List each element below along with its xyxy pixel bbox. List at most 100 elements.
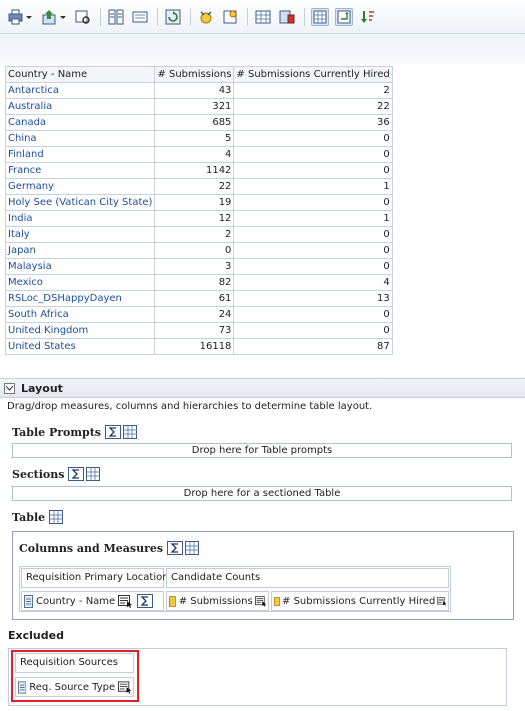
sigma-icon[interactable] <box>104 425 121 439</box>
column-country-name-label: Country - Name <box>36 595 116 607</box>
hired-cell: 22 <box>233 98 393 115</box>
toolbar-band <box>0 34 525 64</box>
sort-icon[interactable] <box>107 8 125 26</box>
export-icon[interactable] <box>40 8 68 26</box>
country-name-cell[interactable]: Canada <box>4 114 156 131</box>
country-name-cell[interactable]: Mexico <box>4 274 156 291</box>
columns-measures-label-text: Columns and Measures <box>19 541 164 555</box>
refresh-icon[interactable] <box>164 8 182 26</box>
table-view-icon[interactable] <box>185 541 200 555</box>
submissions-cell: 321 <box>154 98 235 115</box>
hired-cell: 0 <box>233 258 393 275</box>
table-row: Germany 22 1 <box>4 178 393 195</box>
sigma-icon[interactable] <box>137 594 154 608</box>
layout-description: Drag/drop measures, columns and hierarch… <box>7 401 373 412</box>
column-properties-icon[interactable] <box>118 594 134 608</box>
country-name-cell[interactable]: Australia <box>4 98 156 115</box>
highlight-box <box>11 650 139 702</box>
country-name-cell[interactable]: France <box>4 162 156 179</box>
collapse-chevron-icon[interactable] <box>4 382 15 394</box>
sections-label-text: Sections <box>12 467 65 481</box>
layout-pane-header[interactable]: Layout <box>0 378 525 398</box>
table-prompts-dropzone[interactable]: Drop here for Table prompts <box>12 443 512 458</box>
country-name-cell[interactable]: China <box>4 130 156 147</box>
country-name-cell[interactable]: South Africa <box>4 306 156 323</box>
country-name-cell[interactable]: Germany <box>4 178 156 195</box>
submissions-cell: 24 <box>154 306 235 323</box>
group-candidate-counts[interactable]: Candidate Counts <box>166 568 449 588</box>
toolbar-separator <box>190 7 191 26</box>
table-label-text: Table <box>12 510 46 524</box>
hired-cell: 0 <box>233 146 393 163</box>
country-name-cell[interactable]: Italy <box>4 226 156 243</box>
submissions-cell: 3 <box>154 258 235 275</box>
swap-icon[interactable] <box>335 7 353 26</box>
table-row: Malaysia 3 0 <box>4 258 393 275</box>
submissions-cell: 61 <box>154 290 235 307</box>
submissions-cell: 16118 <box>154 338 235 355</box>
table-prompts-label: Table Prompts <box>12 425 137 439</box>
hired-cell: 36 <box>233 114 393 131</box>
table-row: RSLoc_DSHappyDayen 61 13 <box>4 290 393 307</box>
country-name-cell[interactable]: Malaysia <box>4 258 156 275</box>
submissions-cell: 73 <box>154 322 235 339</box>
country-name-cell[interactable]: Japan <box>4 242 156 259</box>
column-submissions-hired-label: # Submissions Currently Hired <box>282 595 436 607</box>
results-body: Antarctica 43 2 Australia 321 22 Canada 685 36 Ch… <box>4 82 393 355</box>
submissions-cell: 685 <box>154 114 235 131</box>
country-name-cell[interactable]: Holy See (Vatican City State) <box>4 194 156 211</box>
table-row: Finland 4 0 <box>4 146 393 163</box>
table-prompt-icon[interactable] <box>254 8 272 26</box>
submissions-cell: 5 <box>154 130 235 147</box>
sigma-icon[interactable] <box>167 541 184 555</box>
table-prompts-label-text: Table Prompts <box>12 425 101 439</box>
country-name-cell[interactable]: United Kingdom <box>4 322 156 339</box>
column-properties-icon[interactable] <box>255 595 268 608</box>
sigma-icon[interactable] <box>68 467 85 481</box>
column-header-hired[interactable]: # Submissions Currently Hired <box>233 66 393 83</box>
format-icon[interactable] <box>131 8 149 26</box>
column-country-name[interactable]: Country - Name <box>21 591 164 611</box>
sections-dropzone[interactable]: Drop here for a sectioned Table <box>12 486 512 501</box>
submissions-cell: 22 <box>154 178 235 195</box>
new-group-icon[interactable] <box>197 8 215 26</box>
view-data-icon[interactable] <box>74 8 92 26</box>
submissions-cell: 0 <box>154 242 235 259</box>
toolbar-separator <box>100 7 101 26</box>
edit-view-icon[interactable] <box>278 8 296 26</box>
new-calc-icon[interactable] <box>221 8 239 26</box>
group-requisition-primary-location[interactable]: Requisition Primary Location <box>21 568 169 588</box>
submissions-cell: 82 <box>154 274 235 291</box>
layout-title: Layout <box>21 381 63 395</box>
excluded-label: Excluded <box>8 629 64 642</box>
table-view-icon[interactable] <box>49 510 64 524</box>
measure-column-icon <box>274 596 281 606</box>
table-view-icon[interactable] <box>122 425 137 439</box>
sort-desc-icon[interactable] <box>359 8 377 26</box>
country-name-cell[interactable]: India <box>4 210 156 227</box>
toolbar <box>0 0 525 34</box>
submissions-cell: 2 <box>154 226 235 243</box>
table-row: South Africa 24 0 <box>4 306 393 323</box>
country-name-cell[interactable]: Finland <box>4 146 156 163</box>
attribute-column-icon <box>24 594 33 608</box>
hired-cell: 87 <box>233 338 393 355</box>
column-submissions[interactable]: # Submissions <box>166 591 269 611</box>
table-row: France 1142 0 <box>4 162 393 179</box>
hired-cell: 1 <box>233 210 393 227</box>
column-header-submissions[interactable]: # Submissions <box>154 66 235 83</box>
hired-cell: 13 <box>233 290 393 307</box>
hired-cell: 0 <box>233 322 393 339</box>
column-properties-icon[interactable] <box>437 595 448 608</box>
country-name-cell[interactable]: United States <box>4 338 156 355</box>
table-view-icon[interactable] <box>86 467 101 481</box>
column-header-country[interactable]: Country - Name <box>4 66 156 83</box>
column-submissions-hired[interactable]: # Submissions Currently Hired <box>271 591 449 611</box>
hired-cell: 0 <box>233 194 393 211</box>
table-layout-icon[interactable] <box>311 7 329 26</box>
country-name-cell[interactable]: RSLoc_DSHappyDayen <box>4 290 156 307</box>
table-header-row: Country - Name # Submissions # Submissio… <box>4 66 393 83</box>
country-name-cell[interactable]: Antarctica <box>4 82 156 99</box>
print-icon[interactable] <box>6 8 34 26</box>
table-row: China 5 0 <box>4 130 393 147</box>
